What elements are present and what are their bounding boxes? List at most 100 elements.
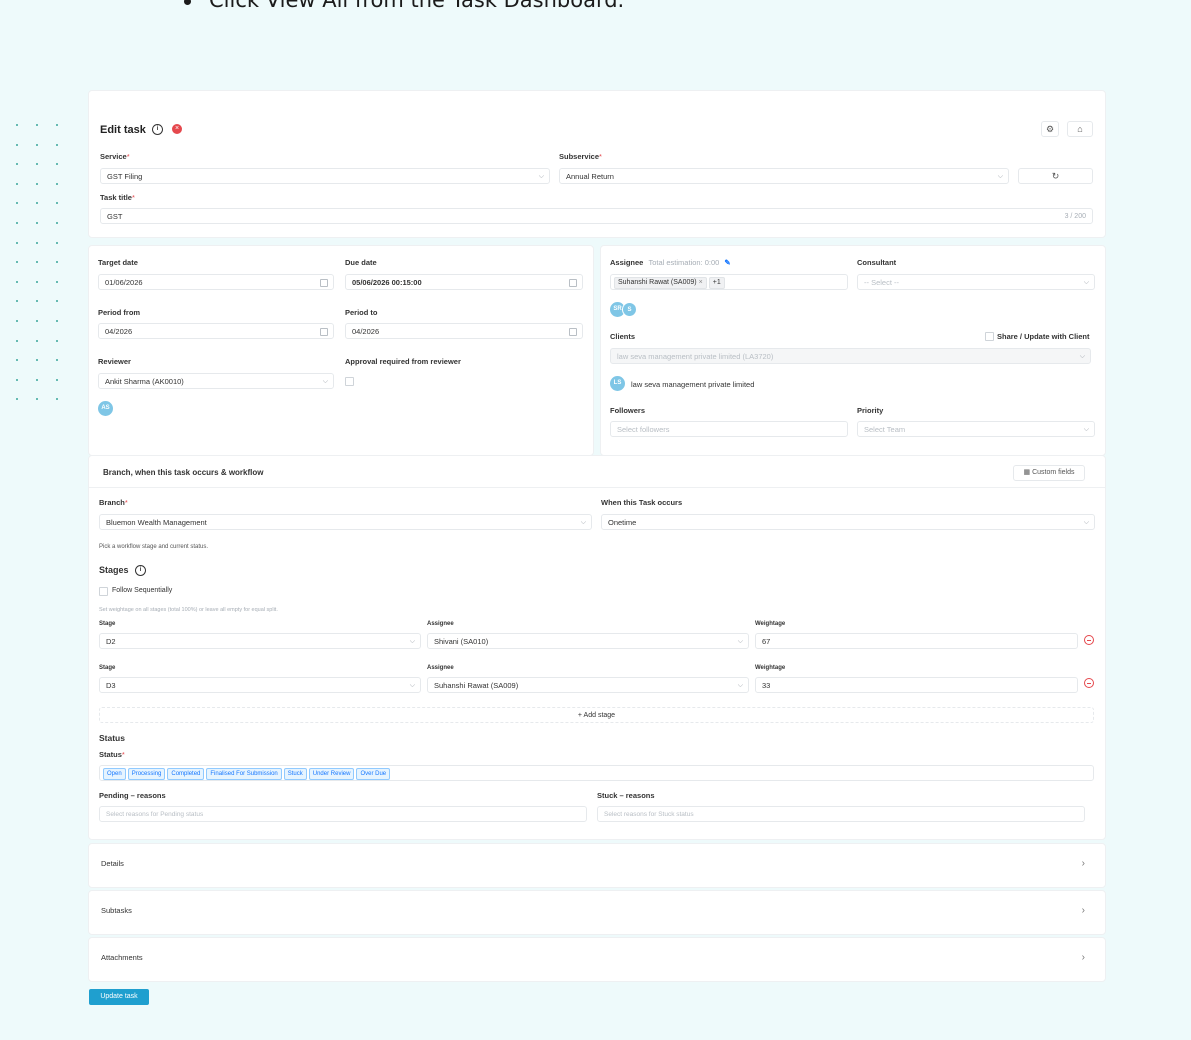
stage-col-label: Stage [99, 665, 116, 671]
clients-label: Clients [610, 332, 636, 341]
stage-assignee-select[interactable]: Suhanshi Rawat (SA009) ⌵ [427, 677, 749, 693]
decorative-dot [56, 222, 58, 224]
calendar-icon [569, 279, 577, 287]
status-tag[interactable]: Under Review [308, 768, 355, 780]
status-tag[interactable]: Completed [167, 768, 205, 780]
decorative-dot [36, 241, 38, 244]
period-to-picker[interactable]: 04/2026 [345, 323, 583, 339]
share-client-checkbox[interactable] [985, 332, 994, 341]
priority-label: Priority [857, 406, 884, 415]
refresh-button[interactable]: ↻ [1018, 168, 1093, 184]
info-icon[interactable]: i [135, 565, 146, 576]
attachments-section[interactable]: Attachments › [88, 937, 1106, 982]
avatar: AS [98, 401, 113, 416]
approval-checkbox[interactable] [345, 377, 354, 386]
occurs-select[interactable]: Onetime ⌵ [601, 514, 1095, 530]
decorative-dot [56, 202, 58, 205]
decorative-dot [16, 320, 18, 322]
period-from-picker[interactable]: 04/2026 [98, 323, 334, 339]
clients-select[interactable]: law seva management private limited (LA3… [610, 348, 1091, 364]
calendar-icon [320, 328, 328, 336]
stuck-reasons-select[interactable]: Select reasons for Stuck status [597, 806, 1085, 822]
decorative-dot [56, 143, 58, 146]
decorative-dot [56, 300, 58, 303]
home-button[interactable]: ⌂ [1067, 121, 1093, 137]
stage-weightage-input[interactable]: 33 [755, 677, 1078, 693]
decorative-dot [16, 241, 18, 244]
decorative-dot [56, 280, 58, 283]
follow-sequentially-checkbox[interactable] [99, 587, 108, 596]
chevron-down-icon: ⌵ [997, 173, 1003, 180]
status-tag[interactable]: Finalised For Submission [206, 768, 282, 780]
decorative-dot [16, 378, 18, 381]
stuck-reasons-label: Stuck – reasons [597, 791, 655, 800]
close-icon[interactable]: × [172, 124, 182, 134]
decorative-dot [56, 339, 58, 342]
section-title: Attachments [101, 953, 143, 962]
chevron-right-icon: › [1081, 905, 1085, 916]
status-tag[interactable]: Over Due [356, 768, 391, 780]
decorative-dot [36, 143, 38, 146]
chevron-right-icon: › [1081, 858, 1085, 869]
service-select[interactable]: GST Filing ⌵ [100, 168, 550, 184]
occurs-label: When this Task occurs [601, 498, 683, 507]
settings-button[interactable]: ⚙ [1041, 121, 1059, 137]
status-tag[interactable]: Processing [127, 768, 166, 780]
status-tag[interactable]: Stuck [283, 768, 307, 780]
stage-select[interactable]: D3 ⌵ [99, 677, 421, 693]
chevron-down-icon: ⌵ [322, 378, 328, 385]
decorative-dot [36, 163, 38, 166]
edit-icon[interactable]: ✎ [724, 258, 730, 267]
branch-select[interactable]: Bluemon Wealth Management ⌵ [99, 514, 592, 530]
decorative-dot [16, 339, 18, 342]
period-to-label: Period to [345, 308, 378, 317]
followers-select[interactable]: Select followers [610, 421, 848, 437]
stage-select[interactable]: D2 ⌵ [99, 633, 421, 649]
section-title: Subtasks [101, 906, 132, 915]
weightage-hint: Set weightage on all stages (total 100%)… [99, 607, 278, 613]
chevron-down-icon: ⌵ [1083, 519, 1089, 526]
gear-icon: ⚙ [1045, 124, 1055, 134]
pending-reasons-select[interactable]: Select reasons for Pending status [99, 806, 587, 822]
decorative-dot [56, 241, 58, 244]
custom-fields-button[interactable]: ▦ Custom fields [1013, 465, 1085, 481]
consultant-select[interactable]: -- Select -- ⌵ [857, 274, 1095, 290]
remove-tag-icon[interactable]: × [699, 279, 703, 286]
due-date-picker[interactable]: 05/06/2026 00:15:00 [345, 274, 583, 290]
decorative-dot [36, 320, 38, 322]
stages-heading: Stages [99, 565, 129, 575]
subservice-select[interactable]: Annual Return ⌵ [559, 168, 1009, 184]
remove-stage-icon[interactable] [1084, 678, 1094, 688]
share-client-label: Share / Update with Client [997, 332, 1090, 341]
details-section[interactable]: Details › [88, 843, 1106, 888]
pending-reasons-label: Pending – reasons [99, 791, 166, 800]
instruction-bullet: Click View All from the Task Dashboard. [184, 0, 624, 12]
info-icon[interactable]: i [152, 124, 163, 135]
dates-card: Target date 01/06/2026 Due date 05/06/20… [88, 245, 594, 456]
status-tag[interactable]: Open [103, 768, 126, 780]
stage-assignee-select[interactable]: Shivani (SA010) ⌵ [427, 633, 749, 649]
subtasks-section[interactable]: Subtasks › [88, 890, 1106, 935]
assignee-col-label: Assignee [427, 621, 454, 627]
chevron-down-icon: ⌵ [1083, 426, 1089, 433]
add-stage-button[interactable]: + Add stage [99, 707, 1094, 723]
status-select[interactable]: Open Processing Completed Finalised For Sub… [99, 765, 1094, 781]
decorative-dot [16, 359, 18, 362]
target-date-picker[interactable]: 01/06/2026 [98, 274, 334, 290]
stage-col-label: Stage [99, 621, 116, 627]
grid-icon: ▦ [1023, 469, 1031, 476]
remove-stage-icon[interactable] [1084, 635, 1094, 645]
stage-weightage-input[interactable]: 67 [755, 633, 1078, 649]
status-label: Status* [99, 750, 125, 759]
update-task-button[interactable]: Update task [89, 989, 149, 1005]
reviewer-select[interactable]: Ankit Sharma (AK0010) ⌵ [98, 373, 334, 389]
assignee-label: Assignee Total estimation: 0:00 ✎ [610, 258, 731, 267]
decorative-dot [36, 378, 38, 381]
task-title-label: Task title* [100, 193, 135, 202]
assignee-select[interactable]: Suhanshi Rawat (SA009) × +1 [610, 274, 848, 290]
refresh-icon: ↻ [1051, 171, 1060, 181]
task-title-input[interactable]: GST 3 / 200 [100, 208, 1093, 224]
target-date-label: Target date [98, 258, 138, 267]
priority-select[interactable]: Select Team ⌵ [857, 421, 1095, 437]
decorative-dot [36, 339, 38, 342]
